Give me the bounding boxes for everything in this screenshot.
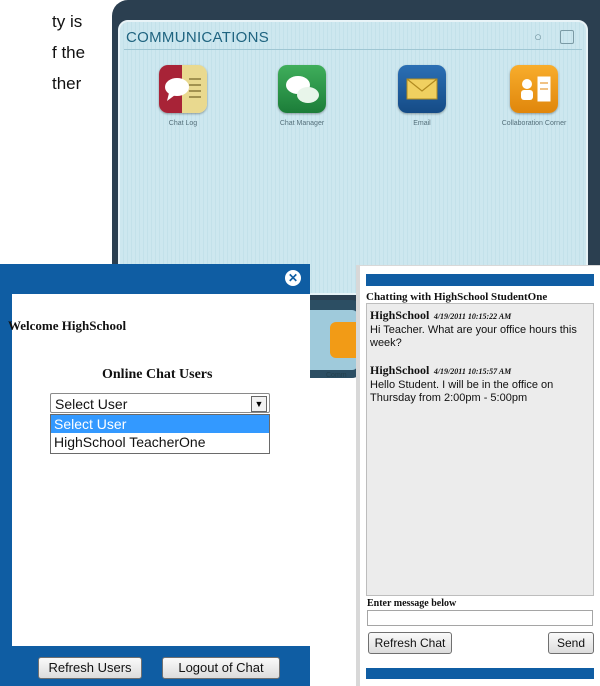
window-left-border bbox=[0, 294, 12, 646]
option-label: Select User bbox=[54, 416, 127, 432]
message-sender: HighSchool bbox=[370, 363, 430, 377]
logout-chat-button[interactable]: Logout of Chat bbox=[162, 657, 280, 679]
communications-panel bbox=[118, 20, 588, 295]
option-user[interactable]: HighSchool TeacherOne bbox=[51, 433, 269, 451]
app-label: Chat Log bbox=[168, 120, 198, 127]
communications-title: COMMUNICATIONS bbox=[126, 29, 270, 46]
close-icon[interactable]: ✕ bbox=[285, 270, 301, 286]
chat-message: HighSchool 4/19/2011 10:15:57 AM Hello S… bbox=[370, 361, 592, 405]
communications-divider bbox=[124, 49, 582, 50]
app-email[interactable]: Email bbox=[382, 65, 462, 128]
document-text-line-2: f the bbox=[52, 43, 86, 62]
user-select-value: Select User bbox=[55, 396, 128, 412]
chat-window-footer bbox=[366, 668, 594, 679]
chevron-down-icon[interactable]: ▼ bbox=[251, 396, 267, 412]
message-sender: HighSchool bbox=[370, 308, 430, 322]
app-label: Chat Manager bbox=[279, 120, 325, 127]
message-timestamp: 4/19/2011 10:15:57 AM bbox=[433, 367, 512, 376]
refresh-chat-button[interactable]: Refresh Chat bbox=[368, 632, 452, 654]
option-select-user[interactable]: Select User bbox=[51, 415, 269, 433]
taskbar-label: Comm bbox=[326, 372, 347, 379]
option-label: HighSchool TeacherOne bbox=[54, 434, 206, 450]
chat-users-titlebar bbox=[0, 264, 310, 294]
chat-manager-icon bbox=[278, 65, 326, 113]
document-text-line-3: ther bbox=[52, 74, 82, 93]
chat-messages-area[interactable]: HighSchool 4/19/2011 10:15:22 AM Hi Teac… bbox=[366, 303, 594, 596]
speech-bubble-icon[interactable]: ○ bbox=[531, 30, 545, 44]
enter-message-label: Enter message below bbox=[367, 598, 457, 609]
message-timestamp: 4/19/2011 10:15:22 AM bbox=[433, 312, 512, 321]
user-select-dropdown: Select User HighSchool TeacherOne bbox=[50, 414, 270, 454]
user-select[interactable]: Select User ▼ bbox=[50, 393, 270, 413]
window-icon[interactable] bbox=[560, 30, 574, 44]
app-chat-log[interactable]: Chat Log bbox=[143, 65, 223, 128]
document-text-line-1: ty is bbox=[52, 12, 83, 31]
chat-window-titlebar bbox=[366, 274, 594, 286]
online-users-heading: Online Chat Users bbox=[102, 367, 213, 382]
chat-log-icon bbox=[159, 65, 207, 113]
chatting-with-title: Chatting with HighSchool StudentOne bbox=[366, 291, 548, 303]
message-text: Hi Teacher. What are your office hours t… bbox=[370, 324, 577, 349]
app-label: Collaboration Corner bbox=[501, 120, 567, 127]
email-icon bbox=[398, 65, 446, 113]
welcome-text: Welcome HighSchool bbox=[8, 318, 127, 333]
send-button[interactable]: Send bbox=[548, 632, 594, 654]
app-label: Email bbox=[413, 120, 431, 127]
collaboration-corner-icon bbox=[510, 65, 558, 113]
app-chat-manager[interactable]: Chat Manager bbox=[262, 65, 342, 128]
refresh-users-button[interactable]: Refresh Users bbox=[38, 657, 142, 679]
message-input[interactable] bbox=[367, 610, 593, 626]
chat-message: HighSchool 4/19/2011 10:15:22 AM Hi Teac… bbox=[370, 306, 592, 350]
message-text: Hello Student. I will be in the office o… bbox=[370, 379, 554, 404]
app-collaboration-corner[interactable]: Collaboration Corner bbox=[494, 65, 574, 128]
